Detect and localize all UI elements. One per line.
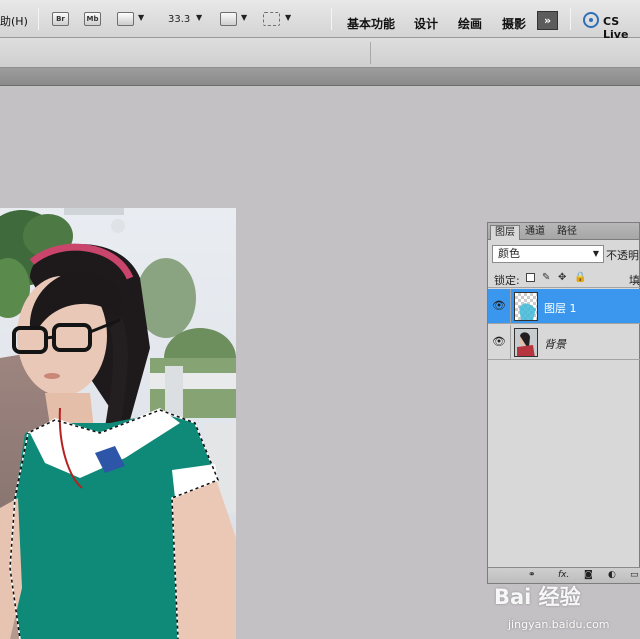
lock-transparent-icon[interactable] (526, 273, 535, 282)
more-workspaces-button[interactable]: » (537, 11, 558, 30)
chevron-down-icon[interactable]: ▼ (241, 13, 247, 22)
minibridge-icon[interactable]: Mb (84, 12, 101, 26)
chevron-down-icon[interactable]: ▼ (285, 13, 291, 22)
lock-position-icon[interactable]: ✥ (558, 272, 566, 283)
lock-label: 锁定: (494, 274, 520, 287)
blend-mode-value: 颜色 (498, 247, 520, 260)
divider (510, 289, 511, 324)
bridge-icon[interactable]: Br (52, 12, 69, 26)
layer-thumbnail (514, 328, 538, 357)
blend-mode-select[interactable]: 颜色 ▼ (492, 245, 604, 263)
layer-name[interactable]: 图层 1 (544, 300, 577, 316)
tab-channels[interactable]: 通道 (521, 225, 549, 240)
workspace-painting[interactable]: 绘画 (458, 15, 482, 32)
workspace-design[interactable]: 设计 (414, 15, 438, 32)
chevron-down-icon[interactable]: ▼ (196, 13, 202, 22)
document-canvas[interactable] (0, 208, 236, 639)
eye-icon[interactable]: 👁 (491, 299, 507, 313)
view-extras-icon[interactable] (117, 12, 134, 26)
opacity-label[interactable]: 不透明 (606, 247, 639, 263)
watermark-logo: Bai 经验 (494, 585, 581, 609)
layer-name[interactable]: 背景 (544, 336, 566, 352)
lock-all-icon[interactable]: 🔒 (574, 272, 586, 283)
layer-row-layer1[interactable]: 👁 图层 1 (488, 289, 640, 324)
watermark-url: jingyan.baidu.com (508, 618, 610, 631)
divider (510, 325, 511, 360)
cs-live-icon[interactable] (583, 12, 599, 28)
layer-thumbnail (514, 292, 538, 321)
arrange-documents-icon[interactable] (220, 12, 237, 26)
layers-panel: 图层 通道 路径 颜色 ▼ 不透明 锁定: ✎ ✥ 🔒 填 👁 图层 1 👁 背… (487, 222, 640, 584)
lock-pixels-icon[interactable]: ✎ (542, 272, 550, 283)
chevron-down-icon: ▼ (592, 249, 599, 258)
photo (0, 208, 236, 639)
tab-layers[interactable]: 图层 (490, 225, 520, 240)
lock-row: 锁定: ✎ ✥ 🔒 填 (488, 267, 640, 288)
thumbnail-art (519, 303, 536, 320)
menu-help[interactable]: 助(H) (0, 13, 28, 29)
watermark: Bai 经验 jingyan.baidu.com (490, 579, 640, 639)
screen-mode-icon[interactable] (263, 12, 280, 26)
layer-row-background[interactable]: 👁 背景 (488, 325, 640, 360)
tab-paths[interactable]: 路径 (553, 225, 581, 240)
toolbar-separator (38, 8, 39, 30)
zoom-level[interactable]: 33.3 (168, 14, 190, 25)
chevron-down-icon[interactable]: ▼ (138, 13, 144, 22)
thumbnail-art (515, 329, 537, 356)
panel-tabs: 图层 通道 路径 (488, 223, 639, 240)
options-bar (0, 38, 640, 68)
document-tab-strip (0, 68, 640, 86)
toolbar-separator (570, 8, 571, 30)
eye-icon[interactable]: 👁 (491, 335, 507, 349)
application-bar: 助(H) Br Mb ▼ 33.3 ▼ ▼ ▼ 基本功能 设计 绘画 摄影 » … (0, 0, 640, 41)
options-separator (370, 42, 371, 64)
workspace-photography[interactable]: 摄影 (502, 15, 526, 32)
fill-label[interactable]: 填 (629, 272, 640, 288)
toolbar-separator (331, 8, 332, 30)
workspace-essentials[interactable]: 基本功能 (347, 15, 395, 32)
